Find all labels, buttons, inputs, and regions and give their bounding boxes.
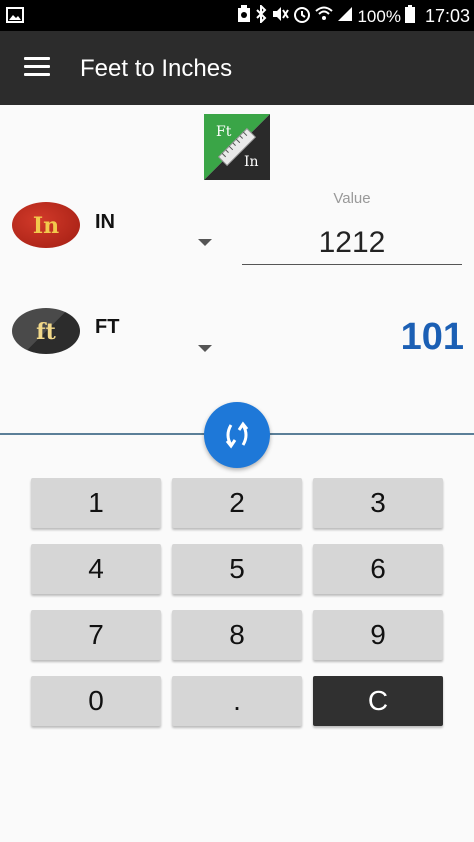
key-decimal[interactable]: . [172, 676, 302, 726]
foot-icon-text: ft [36, 319, 56, 345]
logo-top-text: Ft [216, 124, 232, 140]
key-5[interactable]: 5 [172, 544, 302, 594]
swap-button[interactable] [204, 402, 270, 468]
logo-bottom-text: In [244, 154, 259, 170]
mute-icon [271, 6, 290, 27]
app-logo: Ft In [204, 114, 270, 180]
from-unit-dropdown-icon[interactable] [198, 239, 212, 246]
result-value: 101 [400, 316, 464, 358]
inch-icon-text: In [33, 213, 59, 239]
alarm-icon [293, 5, 311, 28]
app-bar: Feet to Inches [0, 31, 474, 105]
battery-icon [404, 5, 415, 28]
clear-button[interactable]: C [313, 676, 443, 726]
value-label: Value [333, 190, 371, 207]
page-title: Feet to Inches [80, 55, 233, 82]
key-6[interactable]: 6 [313, 544, 443, 594]
swap-icon [225, 421, 249, 449]
signal-icon [337, 6, 353, 27]
foot-unit-icon: ft [12, 308, 80, 354]
value-input[interactable] [242, 222, 462, 265]
key-2[interactable]: 2 [172, 478, 302, 528]
status-bar: 100% 17:03 [0, 0, 474, 31]
inch-unit-icon: In [12, 202, 80, 248]
key-9[interactable]: 9 [313, 610, 443, 660]
wifi-icon [315, 6, 334, 27]
menu-icon[interactable] [24, 57, 50, 77]
key-3[interactable]: 3 [313, 478, 443, 528]
bluetooth-icon [255, 3, 267, 28]
key-4[interactable]: 4 [31, 544, 161, 594]
from-unit-label: IN [95, 211, 115, 233]
to-unit-label: FT [95, 316, 120, 338]
battery-saver-icon [237, 5, 251, 28]
to-unit-dropdown-icon[interactable] [198, 345, 212, 352]
key-0[interactable]: 0 [31, 676, 161, 726]
gallery-notification-icon [6, 7, 24, 28]
status-time: 17:03 [424, 6, 470, 26]
key-8[interactable]: 8 [172, 610, 302, 660]
battery-percent: 100% [357, 6, 401, 26]
key-7[interactable]: 7 [31, 610, 161, 660]
key-1[interactable]: 1 [31, 478, 161, 528]
